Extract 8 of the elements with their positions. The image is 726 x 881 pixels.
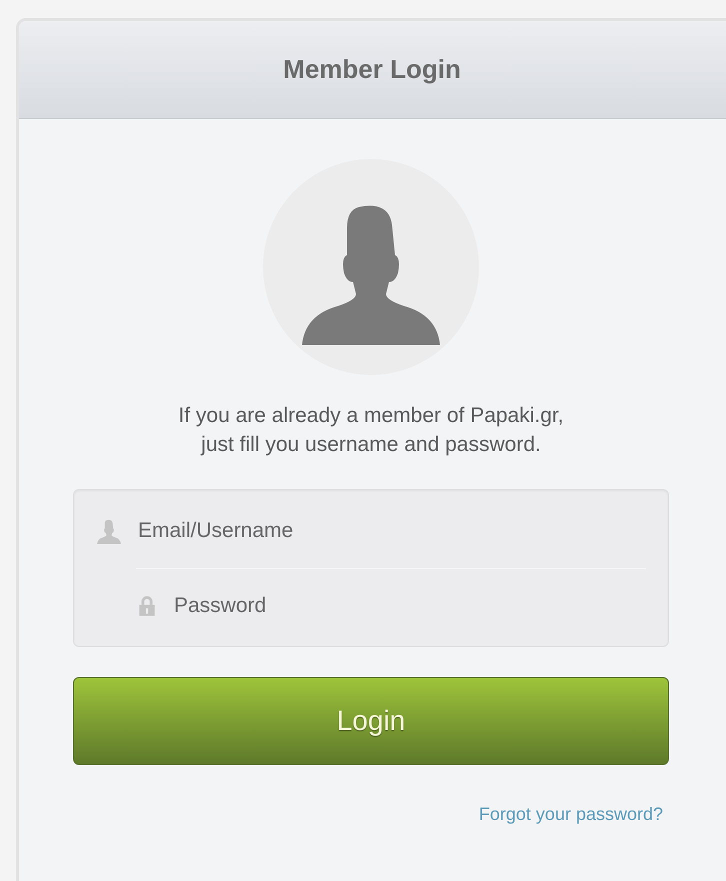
card-title: Member Login [283,53,461,86]
intro-text: If you are already a member of Papaki.gr, [178,403,564,429]
intro-text: just fill you username and password. [201,432,541,458]
input-field[interactable]: Password [174,590,646,622]
user-icon [96,518,122,544]
input-field[interactable]: Email/Username [138,515,646,547]
login-button[interactable]: Login [73,677,669,765]
forgot-password-link[interactable]: Forgot your password? [478,801,663,828]
